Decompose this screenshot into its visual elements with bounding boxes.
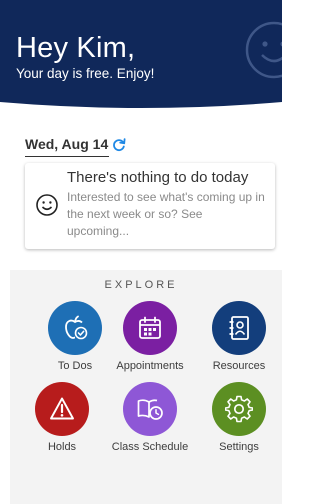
date-underline [25,156,109,157]
holds-circle [35,382,89,436]
tile-appointments[interactable]: Appointments [108,301,192,373]
greeting-header: Hey Kim, Your day is free. Enjoy! [0,0,282,126]
settings-circle [212,382,266,436]
empty-agenda-card[interactable]: There's nothing to do today Interested t… [25,163,275,249]
tile-class-schedule[interactable]: Class Schedule [108,382,192,454]
class-schedule-circle [123,382,177,436]
tile-label: Settings [219,441,259,453]
greeting-title: Hey Kim, [16,32,136,64]
tile-settings[interactable]: Settings [197,382,281,454]
gear-icon [225,395,253,423]
tile-resources[interactable]: Resources [197,301,281,373]
appointments-circle [123,301,177,355]
apple-check-icon [65,315,88,340]
warning-icon [50,397,74,420]
empty-state-title: There's nothing to do today [67,169,249,186]
explore-title: EXPLORE [104,279,178,291]
tile-holds[interactable]: Holds [20,382,104,454]
address-book-icon [229,316,249,340]
refresh-icon[interactable] [112,138,126,152]
empty-state-message[interactable]: Interested to see what's coming up in th… [67,189,267,240]
smiley-face-icon [245,21,282,79]
resources-circle [212,301,266,355]
explore-section: EXPLORE To Dos Appointments Resources Ho… [10,270,282,504]
todos-circle [48,301,102,355]
book-clock-icon [137,399,163,420]
greeting-subtitle: Your day is free. Enjoy! [16,66,155,81]
agenda-date[interactable]: Wed, Aug 14 [25,136,108,152]
tile-label: Resources [212,360,266,372]
calendar-icon [139,316,161,339]
smiley-face-icon [36,194,58,216]
